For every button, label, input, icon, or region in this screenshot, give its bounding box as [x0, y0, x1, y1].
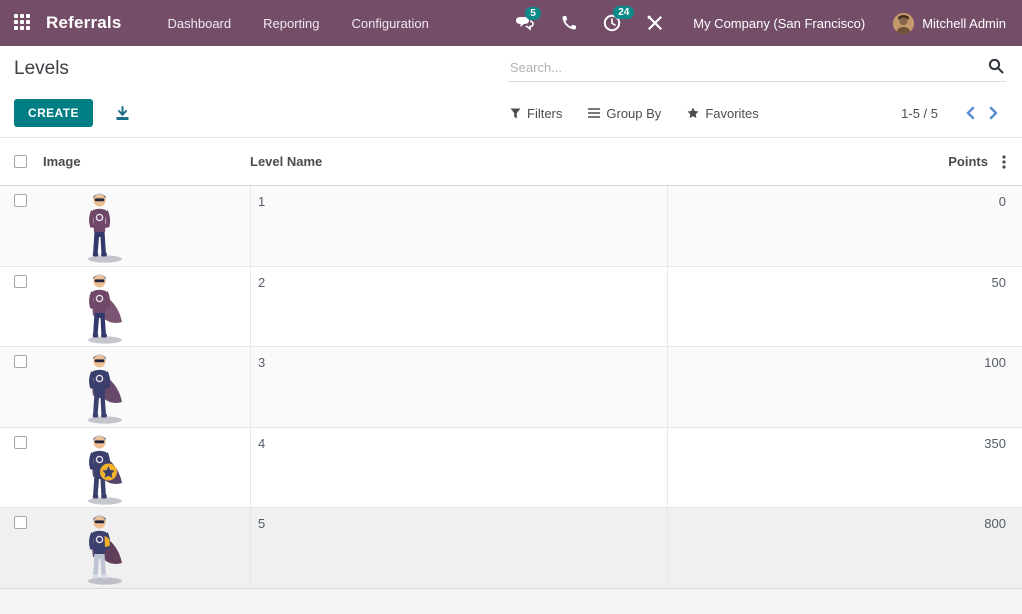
create-button[interactable]: CREATE: [14, 99, 93, 127]
group-by-button[interactable]: Group By: [588, 106, 661, 121]
level-name-cell: 3: [250, 347, 667, 431]
level-name-cell: 5: [250, 508, 667, 592]
points-cell: 50: [667, 266, 1022, 351]
points-cell: 350: [667, 427, 1022, 512]
table-row[interactable]: 2 50: [0, 266, 1022, 351]
group-by-lines-icon: [588, 108, 601, 118]
menu-dashboard[interactable]: Dashboard: [152, 0, 248, 46]
table-row[interactable]: 4 350: [0, 427, 1022, 512]
points-cell: 100: [667, 347, 1022, 431]
messages-badge: 5: [525, 6, 541, 20]
pager: 1-5 / 5: [901, 105, 1006, 121]
pager-next-icon[interactable]: [982, 105, 1006, 121]
top-navbar: Referrals Dashboard Reporting Configurat…: [0, 0, 1022, 46]
favorites-button[interactable]: Favorites: [687, 106, 759, 121]
optional-columns-toggle-icon[interactable]: [1000, 153, 1014, 171]
pager-previous-icon[interactable]: [958, 105, 982, 121]
content-footer-area: [0, 588, 1022, 614]
tools-icon[interactable]: [647, 15, 663, 31]
row-checkbox[interactable]: [0, 428, 43, 512]
table-header-row: Image Level Name Points: [0, 138, 1022, 186]
filter-funnel-icon: [510, 108, 521, 118]
row-checkbox[interactable]: [0, 347, 43, 431]
systray: 5 24 My Company (San Francisco) Mitchell…: [489, 6, 1006, 34]
level-name-cell: 1: [250, 186, 667, 270]
search-input[interactable]: [508, 56, 1006, 82]
phone-icon[interactable]: [561, 15, 577, 31]
filters-button[interactable]: Filters: [510, 106, 562, 121]
superhero-level-1: [43, 186, 250, 270]
header-level-name[interactable]: Level Name: [250, 154, 667, 169]
header-image[interactable]: Image: [43, 154, 250, 169]
superhero-level-4: [43, 428, 250, 512]
search-filter-buttons: Filters Group By Favorites: [510, 106, 759, 121]
messages-icon[interactable]: 5: [515, 6, 541, 32]
table-row[interactable]: 3 100: [0, 347, 1022, 431]
table-body: 1 0 2 50 3 100 4 350 5 800: [0, 186, 1022, 592]
points-cell: 800: [667, 508, 1022, 592]
company-switcher[interactable]: My Company (San Francisco): [693, 16, 865, 31]
search-icon[interactable]: [988, 58, 1004, 79]
table-row[interactable]: 5 800: [0, 508, 1022, 592]
activities-icon[interactable]: 24: [603, 6, 635, 32]
level-name-cell: 4: [250, 427, 667, 512]
user-menu[interactable]: Mitchell Admin: [893, 12, 1006, 34]
points-cell: 0: [667, 186, 1022, 270]
superhero-level-3: [43, 347, 250, 431]
activities-badge: 24: [613, 6, 635, 19]
user-name: Mitchell Admin: [922, 15, 1006, 31]
levels-list-view: Image Level Name Points 1 0 2 50 3 100 4…: [0, 138, 1022, 614]
menu-reporting[interactable]: Reporting: [247, 0, 335, 46]
export-download-icon[interactable]: [115, 105, 130, 121]
control-panel: Levels CREATE: [0, 46, 1022, 138]
table-row[interactable]: 1 0: [0, 186, 1022, 270]
page-title: Levels: [14, 58, 69, 79]
row-checkbox[interactable]: [0, 267, 43, 351]
pager-range[interactable]: 1-5 / 5: [901, 106, 938, 121]
superhero-level-2: [43, 267, 250, 351]
row-checkbox[interactable]: [0, 508, 43, 592]
search-box: [508, 56, 1006, 82]
select-all-checkbox[interactable]: [0, 155, 43, 168]
star-icon: [687, 107, 699, 118]
app-name[interactable]: Referrals: [46, 13, 122, 33]
header-points[interactable]: Points: [948, 154, 988, 169]
superhero-level-5: [43, 508, 250, 592]
row-checkbox[interactable]: [0, 186, 43, 270]
user-avatar: [893, 12, 915, 34]
level-name-cell: 2: [250, 266, 667, 351]
menu-configuration[interactable]: Configuration: [336, 0, 445, 46]
apps-menu-icon[interactable]: [14, 14, 32, 32]
